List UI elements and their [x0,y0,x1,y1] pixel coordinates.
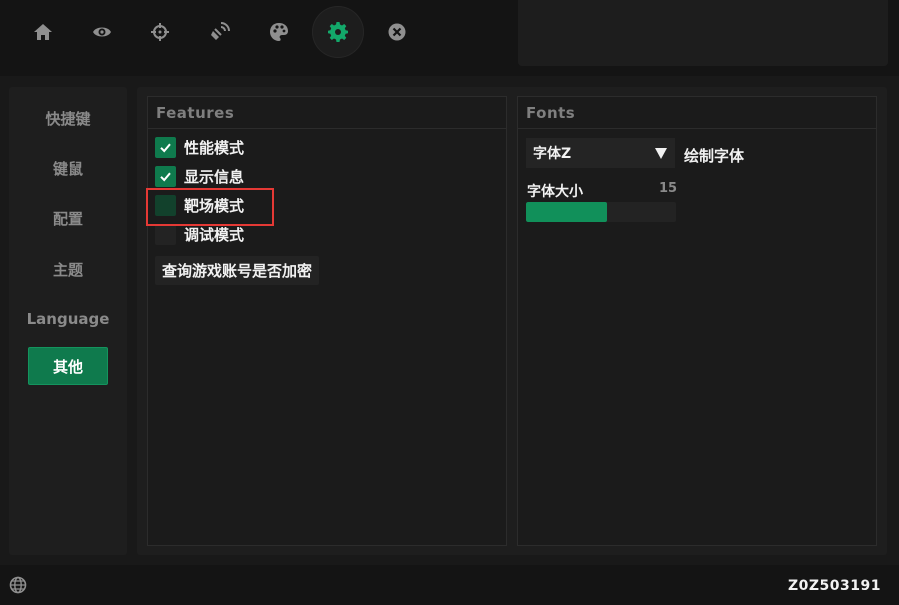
eye-icon [93,27,111,37]
globe-icon[interactable] [9,576,27,594]
sidebar-item-other[interactable]: 其他 [28,347,108,385]
fonts-divider [518,128,876,129]
version-label: Z0Z503191 [788,578,881,594]
nav-tab-exit[interactable] [371,6,423,58]
gear-icon [328,22,348,42]
font-select[interactable]: 字体Z [526,138,675,168]
top-nav-bar [0,0,899,76]
font-size-label: 字体大小 [527,184,583,200]
check-icon [160,172,171,181]
checkbox-label: 显示信息 [184,167,245,186]
nav-tab-home[interactable] [17,6,69,58]
checkbox-performance-mode[interactable]: 性能模式 [155,135,244,159]
features-divider [148,128,506,129]
nav-tab-theme-colors[interactable] [253,6,305,58]
nav-tab-radar[interactable] [194,6,246,58]
crosshair-icon [151,23,169,41]
query-account-encryption-button[interactable]: 查询游戏账号是否加密 [155,256,320,285]
nav-tab-visuals[interactable] [76,6,128,58]
check-icon [160,143,171,152]
home-icon [34,24,52,40]
font-size-slider-fill[interactable] [526,202,607,222]
sidebar-item-theme[interactable]: 主题 [28,250,108,288]
checkbox-label: 调试模式 [184,225,245,244]
nav-tab-settings[interactable] [312,6,364,58]
features-panel: Features 性能模式 显示信息 靶场模式 调试模式 查询游戏账号是否加密 [147,96,507,546]
sidebar-item-language[interactable]: Language [23,300,113,338]
highlight-box [146,188,274,226]
checkbox-box[interactable] [155,165,176,187]
font-select-label: 绘制字体 [684,147,745,165]
palette-icon [270,23,288,41]
font-size-value: 15 [659,181,678,196]
checkbox-label: 性能模式 [184,138,245,157]
sidebar-item-keyboard-mouse[interactable]: 键鼠 [28,149,108,187]
fonts-title: Fonts [526,104,576,122]
checkbox-box[interactable] [155,136,176,158]
dropdown-arrow-icon[interactable] [655,147,667,159]
nav-tab-aim[interactable] [134,6,186,58]
checkbox-show-info[interactable]: 显示信息 [155,164,244,188]
sidebar: 快捷键 键鼠 配置 主题 Language 其他 [9,87,127,555]
top-info-panel [518,0,888,66]
sidebar-item-config[interactable]: 配置 [28,199,108,237]
sidebar-item-hotkeys[interactable]: 快捷键 [28,99,108,137]
font-size-slider[interactable] [526,202,676,222]
status-bar: Z0Z503191 [0,565,899,605]
checkbox-box[interactable] [155,223,176,245]
fonts-panel: Fonts 字体Z 绘制字体 字体大小 15 [517,96,877,546]
close-icon [388,23,406,41]
features-title: Features [156,104,235,122]
radar-icon [211,22,230,40]
font-select-value: 字体Z [533,146,572,162]
